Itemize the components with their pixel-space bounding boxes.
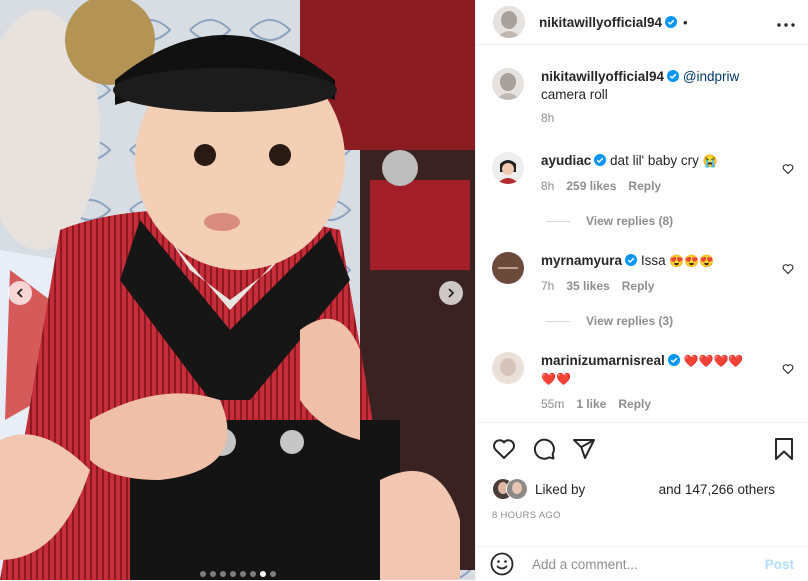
- verified-badge-icon: [667, 70, 680, 82]
- add-comment-bar: Post: [476, 546, 808, 581]
- comment-bubble-icon[interactable]: [532, 437, 556, 461]
- caption-mention[interactable]: @indpriw: [683, 69, 739, 84]
- commenter-avatar[interactable]: [492, 152, 524, 184]
- carousel-dot: [219, 571, 226, 577]
- comment-like-heart-icon[interactable]: [782, 163, 794, 175]
- carousel-indicator: [0, 571, 475, 577]
- carousel-dot: [229, 571, 236, 577]
- add-comment-input[interactable]: [530, 555, 765, 573]
- carousel-dot: [199, 571, 206, 577]
- carousel-dot: [269, 571, 276, 577]
- author-avatar[interactable]: [493, 6, 525, 38]
- verified-badge-icon: [594, 154, 607, 166]
- comment-time[interactable]: 7h: [541, 277, 554, 295]
- author-username[interactable]: nikitawillyofficial94: [539, 15, 662, 30]
- comment-emoji-line2: ❤️❤️: [541, 372, 571, 386]
- comment-time[interactable]: 55m: [541, 395, 564, 413]
- comment-like-heart-icon[interactable]: [782, 263, 794, 275]
- comment-emoji: ❤️❤️❤️❤️: [683, 354, 744, 368]
- commenter-username[interactable]: marinizumarnisreal: [541, 353, 665, 368]
- comment-text: Issa: [640, 253, 666, 268]
- comment-item: myrnamyura Issa 😍😍😍 7h 35 likes Reply: [492, 252, 796, 295]
- post-comment-button[interactable]: Post: [765, 557, 794, 572]
- like-heart-icon[interactable]: [492, 437, 516, 461]
- commenter-avatar[interactable]: [492, 252, 524, 284]
- likes-count[interactable]: and 147,266 others: [659, 482, 775, 497]
- chevron-right-icon: [448, 288, 455, 298]
- comment-emoji: 😭: [702, 154, 718, 168]
- verified-badge-icon: [665, 16, 678, 28]
- caption-time[interactable]: 8h: [541, 109, 554, 127]
- comment-emoji: 😍😍😍: [669, 254, 715, 268]
- comment-likes[interactable]: 35 likes: [566, 277, 609, 295]
- post-action-bar: [476, 422, 808, 477]
- carousel-next-button[interactable]: [439, 281, 463, 305]
- comment-likes[interactable]: 1 like: [576, 395, 606, 413]
- carousel-dot: [209, 571, 216, 577]
- emoji-smiley-icon[interactable]: [490, 552, 514, 576]
- view-replies-button[interactable]: View replies (8): [546, 214, 673, 228]
- comment-reply-button[interactable]: Reply: [618, 395, 651, 413]
- save-bookmark-icon[interactable]: [773, 437, 795, 461]
- commenter-avatar[interactable]: [492, 352, 524, 384]
- comment-time[interactable]: 8h: [541, 177, 554, 195]
- carousel-dot: [239, 571, 246, 577]
- liker-avatars[interactable]: [492, 478, 530, 500]
- caption-body: nikitawillyofficial94 @indpriw camera ro…: [541, 68, 796, 127]
- share-direct-icon[interactable]: [572, 437, 596, 461]
- carousel-dot: [259, 571, 266, 577]
- chevron-left-icon: [16, 288, 23, 298]
- comment-item: marinizumarnisreal ❤️❤️❤️❤️ ❤️❤️ 55m 1 l…: [492, 352, 796, 413]
- post-photo[interactable]: [0, 0, 475, 580]
- comment-reply-button[interactable]: Reply: [622, 277, 655, 295]
- verified-badge-icon: [625, 254, 638, 266]
- post-timestamp[interactable]: 8 HOURS AGO: [492, 510, 561, 521]
- more-options-button[interactable]: [776, 12, 796, 33]
- header-separator: •: [683, 14, 688, 30]
- comment-reply-button[interactable]: Reply: [628, 177, 661, 195]
- baby-photo-image: [0, 0, 475, 580]
- post-caption: nikitawillyofficial94 @indpriw camera ro…: [492, 68, 796, 127]
- liked-by-label: Liked by: [535, 481, 586, 497]
- verified-badge-icon: [667, 354, 680, 366]
- likes-summary: Liked by and 147,266 others: [492, 478, 797, 500]
- commenter-username[interactable]: ayudiac: [541, 153, 591, 168]
- carousel-dot: [249, 571, 256, 577]
- comment-text: dat lil' baby cry: [610, 153, 699, 168]
- comment-likes[interactable]: 259 likes: [566, 177, 616, 195]
- caption-text: camera roll: [541, 87, 608, 102]
- caption-avatar[interactable]: [492, 68, 524, 100]
- comment-like-heart-icon[interactable]: [782, 363, 794, 375]
- caption-username[interactable]: nikitawillyofficial94: [541, 69, 664, 84]
- comment-item: ayudiac dat lil' baby cry 😭 8h 259 likes…: [492, 152, 796, 195]
- view-replies-button[interactable]: View replies (3): [546, 314, 673, 328]
- carousel-prev-button[interactable]: [8, 281, 32, 305]
- commenter-username[interactable]: myrnamyura: [541, 253, 622, 268]
- post-detail-panel: nikitawillyofficial94 • nikitawillyoffic…: [475, 0, 808, 580]
- post-header: nikitawillyofficial94 •: [476, 0, 808, 45]
- more-horizontal-icon: [777, 22, 795, 27]
